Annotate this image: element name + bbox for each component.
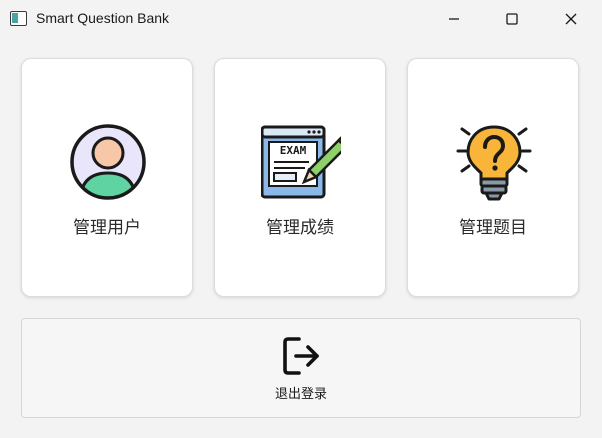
minimize-button[interactable] — [431, 0, 477, 38]
maximize-button[interactable] — [489, 0, 535, 38]
window-app-icon — [10, 11, 27, 26]
manage-users-label: 管理用户 — [73, 218, 141, 238]
question-lightbulb-icon — [456, 125, 532, 201]
window-title: Smart Question Bank — [36, 10, 170, 26]
maximize-icon — [506, 13, 518, 25]
manage-scores-card[interactable]: EXAM 管理成绩 — [214, 58, 386, 297]
exam-text: EXAM — [280, 144, 307, 157]
logout-label: 退出登录 — [274, 387, 327, 402]
manage-users-card[interactable]: 管理用户 — [21, 58, 193, 297]
title-bar: Smart Question Bank — [0, 0, 602, 38]
manage-questions-label: 管理题目 — [459, 218, 527, 238]
close-icon — [565, 13, 577, 25]
manage-questions-card[interactable]: 管理题目 — [407, 58, 579, 297]
exam-pencil-icon: EXAM — [261, 125, 341, 199]
minimize-icon — [449, 18, 459, 20]
logout-button[interactable]: 退出登录 — [21, 318, 581, 418]
logout-icon — [283, 337, 319, 375]
manage-scores-label: 管理成绩 — [266, 218, 334, 238]
user-avatar-icon — [70, 124, 146, 200]
close-button[interactable] — [548, 0, 594, 38]
